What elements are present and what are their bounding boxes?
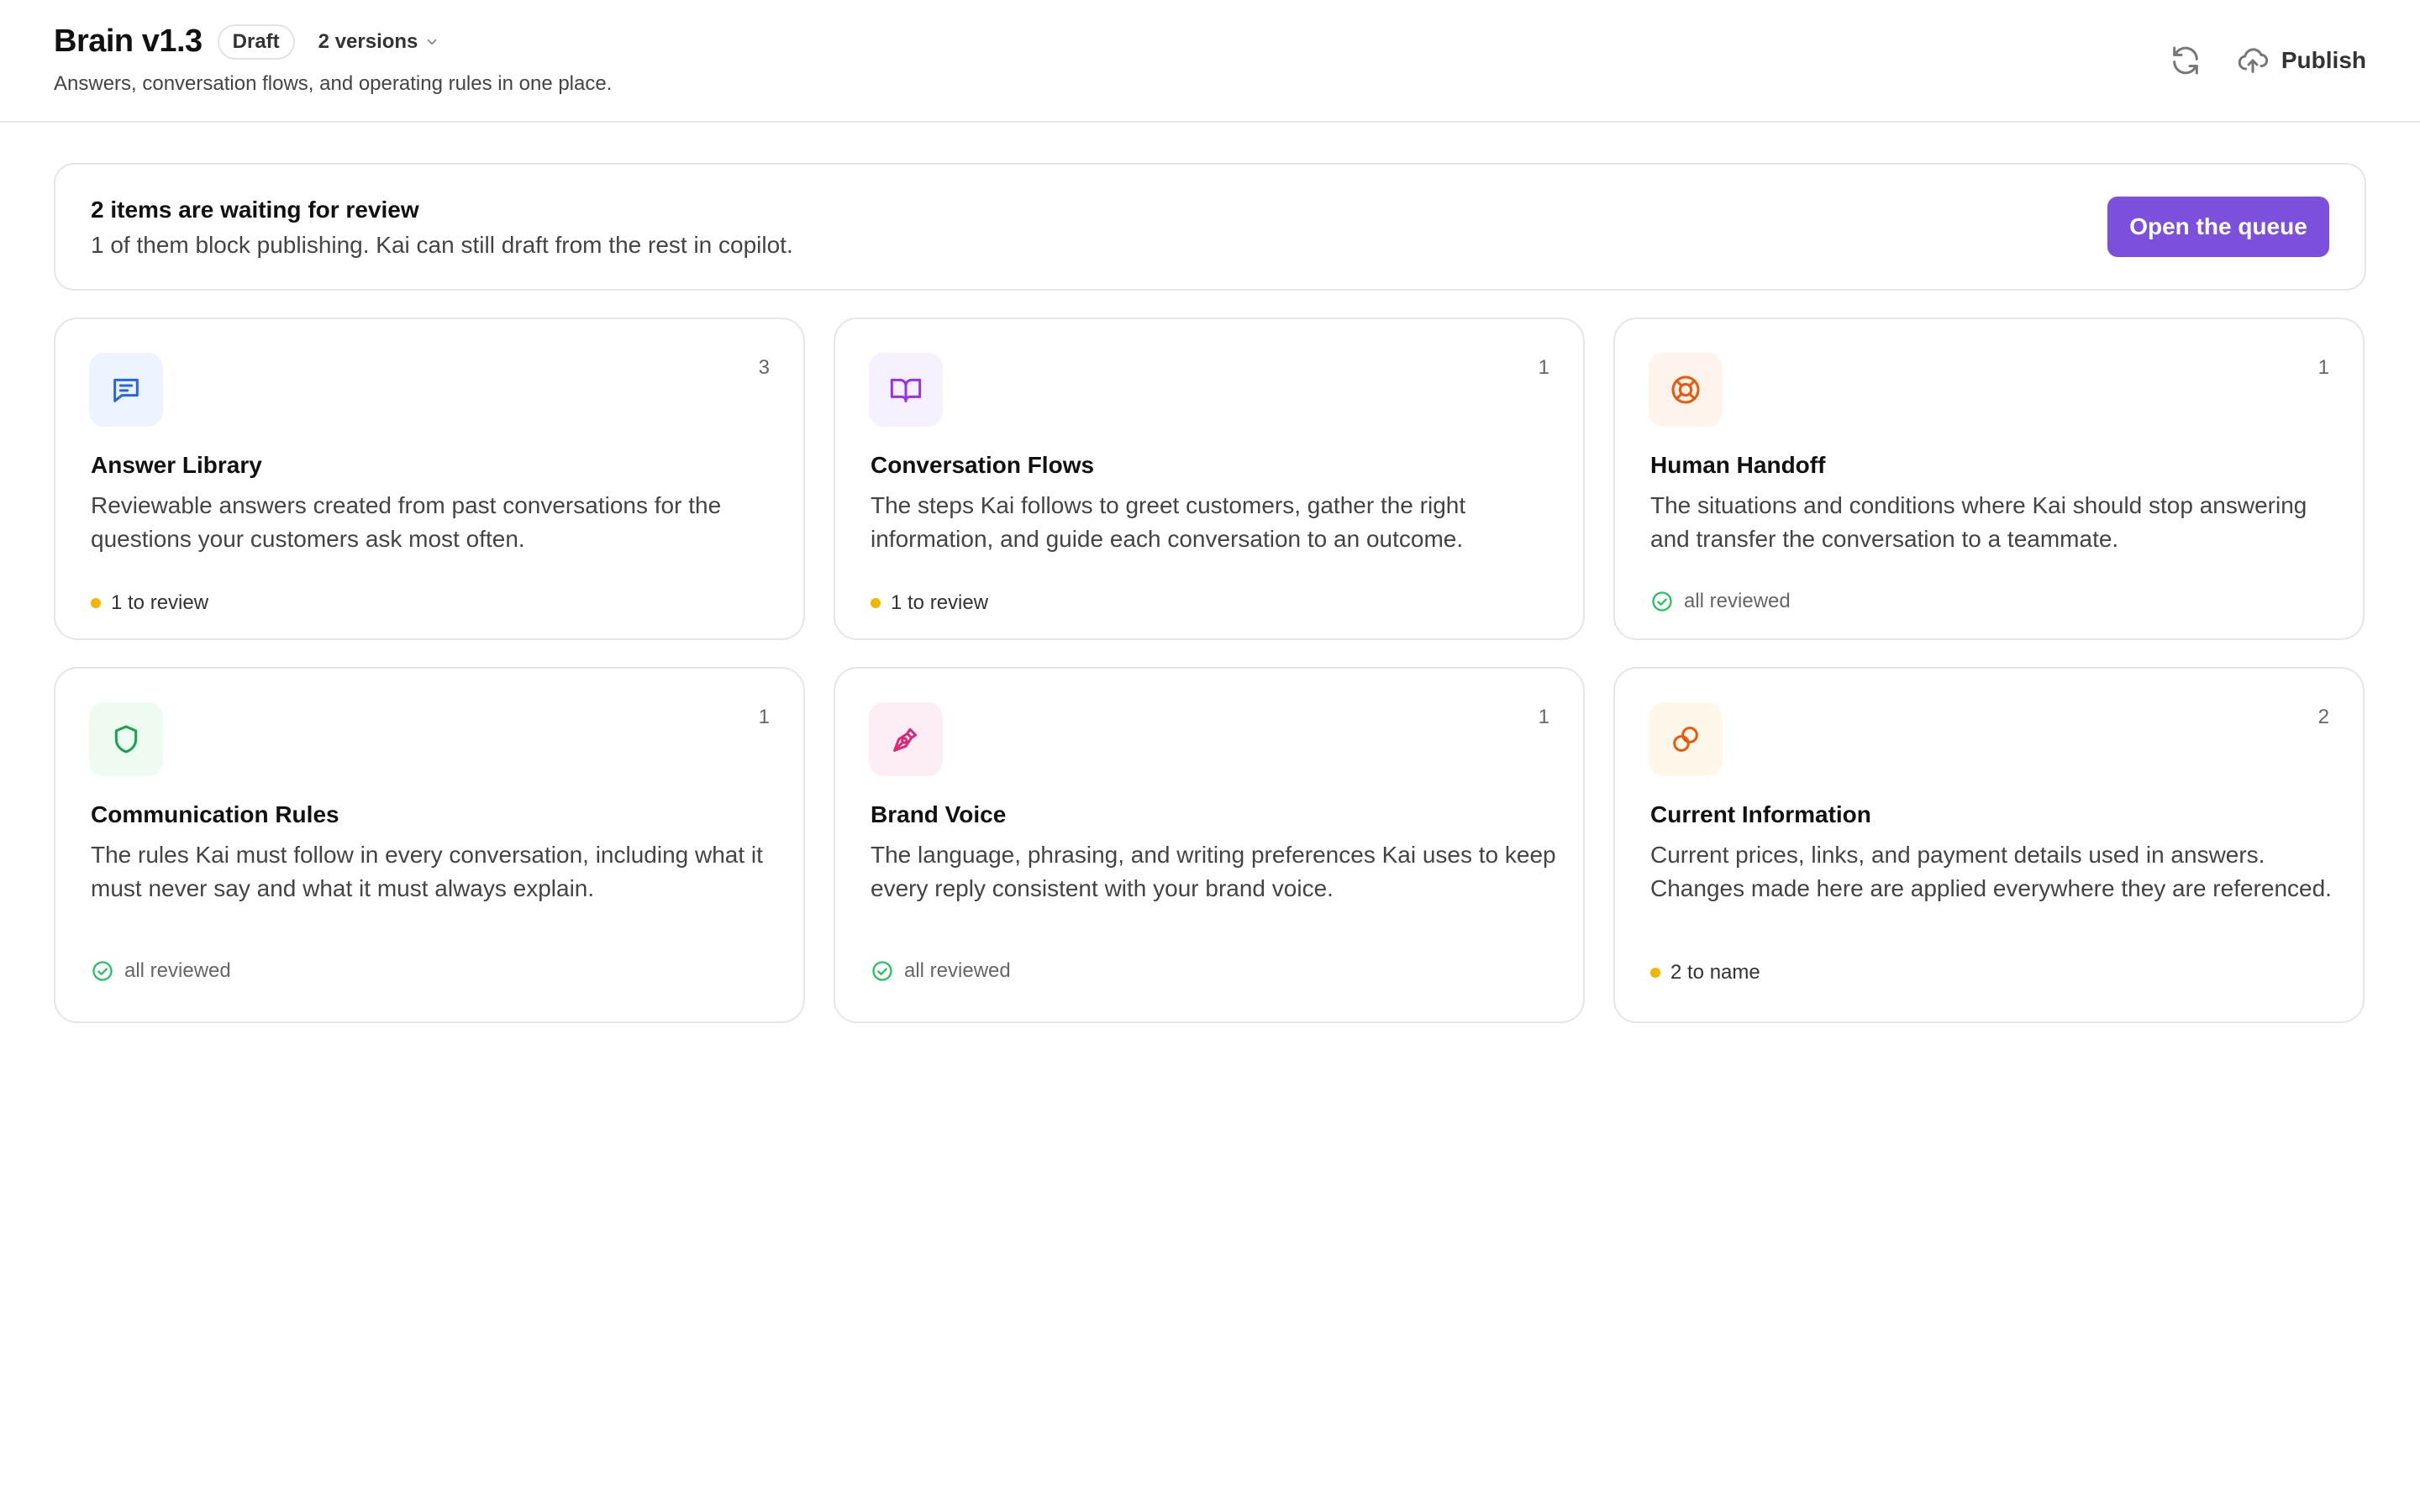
card-icon-wrap bbox=[1649, 702, 1723, 776]
page-title: Brain v1.3 bbox=[54, 24, 203, 59]
shield-icon bbox=[114, 725, 138, 753]
card-answer-library[interactable]: 3 Answer Library Reviewable answers crea… bbox=[54, 318, 805, 640]
pending-dot bbox=[1650, 968, 1660, 978]
card-status: 2 to name bbox=[1650, 961, 1760, 984]
card-description: The steps Kai follows to greet customers… bbox=[871, 492, 1466, 552]
card-icon-wrap bbox=[89, 353, 163, 427]
card-status: 1 to review bbox=[871, 591, 988, 615]
open-queue-button[interactable]: Open the queue bbox=[2107, 197, 2329, 257]
card-status: 1 to review bbox=[91, 591, 208, 615]
card-count: 1 bbox=[1538, 706, 1549, 728]
card-count: 1 bbox=[1538, 356, 1549, 379]
page-subtitle: Answers, conversation flows, and operati… bbox=[54, 72, 613, 95]
publish-button[interactable]: Publish bbox=[2236, 44, 2366, 77]
pen-icon bbox=[893, 727, 918, 752]
card-count: 1 bbox=[758, 706, 770, 728]
publish-label: Publish bbox=[2281, 47, 2366, 73]
card-description: The language, phrasing, and writing pref… bbox=[871, 842, 1556, 901]
card-description: The rules Kai must follow in every conve… bbox=[91, 842, 763, 901]
chevron-down-icon bbox=[428, 39, 437, 45]
card-description: The situations and conditions where Kai … bbox=[1650, 492, 2307, 552]
banner-title: 2 items are waiting for review bbox=[91, 197, 419, 223]
card-title: Human Handoff bbox=[1650, 452, 1826, 478]
card-status: all reviewed bbox=[91, 959, 231, 983]
card-brand-voice[interactable]: 1 Brand Voice The language, phrasing, an… bbox=[834, 667, 1585, 1023]
review-banner: 2 items are waiting for review 1 of them… bbox=[54, 163, 2366, 291]
refresh-button[interactable] bbox=[2164, 39, 2207, 82]
card-status-text: 1 to review bbox=[111, 591, 209, 614]
card-description: Reviewable answers created from past con… bbox=[91, 492, 722, 552]
title-row: Brain v1.3 Draft 2 versions bbox=[54, 24, 439, 60]
versions-label: 2 versions bbox=[318, 29, 418, 53]
card-current-information[interactable]: 2 Current Information Current prices, li… bbox=[1613, 667, 2365, 1023]
chat-icon bbox=[113, 378, 139, 402]
card-status-text: 2 to name bbox=[1670, 961, 1760, 984]
card-count: 1 bbox=[2317, 356, 2329, 379]
card-status: all reviewed bbox=[1650, 590, 1791, 613]
card-count: 2 bbox=[2317, 706, 2329, 728]
card-icon-wrap bbox=[1649, 353, 1723, 427]
card-icon-wrap bbox=[869, 353, 943, 427]
card-status-text: all reviewed bbox=[904, 959, 1011, 982]
pending-dot bbox=[91, 598, 101, 608]
card-icon-wrap bbox=[89, 702, 163, 776]
card-human-handoff[interactable]: 1 Human Handoff The situations and condi… bbox=[1613, 318, 2365, 640]
pending-dot bbox=[871, 598, 881, 608]
header-actions: Publish bbox=[2164, 39, 2366, 82]
page-header: Brain v1.3 Draft 2 versions Answers, con… bbox=[0, 0, 2420, 123]
cloud-upload-icon bbox=[2238, 48, 2269, 73]
refresh-icon bbox=[2173, 46, 2198, 75]
versions-dropdown[interactable]: 2 versions bbox=[318, 30, 440, 54]
card-count: 3 bbox=[758, 356, 770, 379]
card-icon-wrap bbox=[869, 702, 943, 776]
card-status-text: all reviewed bbox=[1684, 590, 1791, 612]
card-status-text: 1 to review bbox=[891, 591, 989, 614]
status-badge: Draft bbox=[217, 24, 295, 60]
card-title: Answer Library bbox=[91, 452, 262, 478]
lifebuoy-icon bbox=[1671, 375, 1700, 404]
check-circle-icon bbox=[92, 961, 113, 981]
card-title: Current Information bbox=[1650, 801, 1871, 827]
check-circle-icon bbox=[872, 961, 892, 981]
banner-subtitle: 1 of them block publishing. Kai can stil… bbox=[91, 232, 793, 258]
card-status: all reviewed bbox=[871, 959, 1011, 983]
card-description: Current prices, links, and payment detai… bbox=[1650, 842, 2332, 901]
rings-icon bbox=[1673, 727, 1698, 752]
card-title: Communication Rules bbox=[91, 801, 339, 827]
check-circle-icon bbox=[1652, 591, 1672, 612]
card-title: Conversation Flows bbox=[871, 452, 1095, 478]
card-conversation-flows[interactable]: 1 Conversation Flows The steps Kai follo… bbox=[834, 318, 1585, 640]
card-title: Brand Voice bbox=[871, 801, 1007, 827]
card-communication-rules[interactable]: 1 Communication Rules The rules Kai must… bbox=[54, 667, 805, 1023]
book-icon bbox=[890, 378, 922, 402]
card-status-text: all reviewed bbox=[124, 959, 231, 982]
